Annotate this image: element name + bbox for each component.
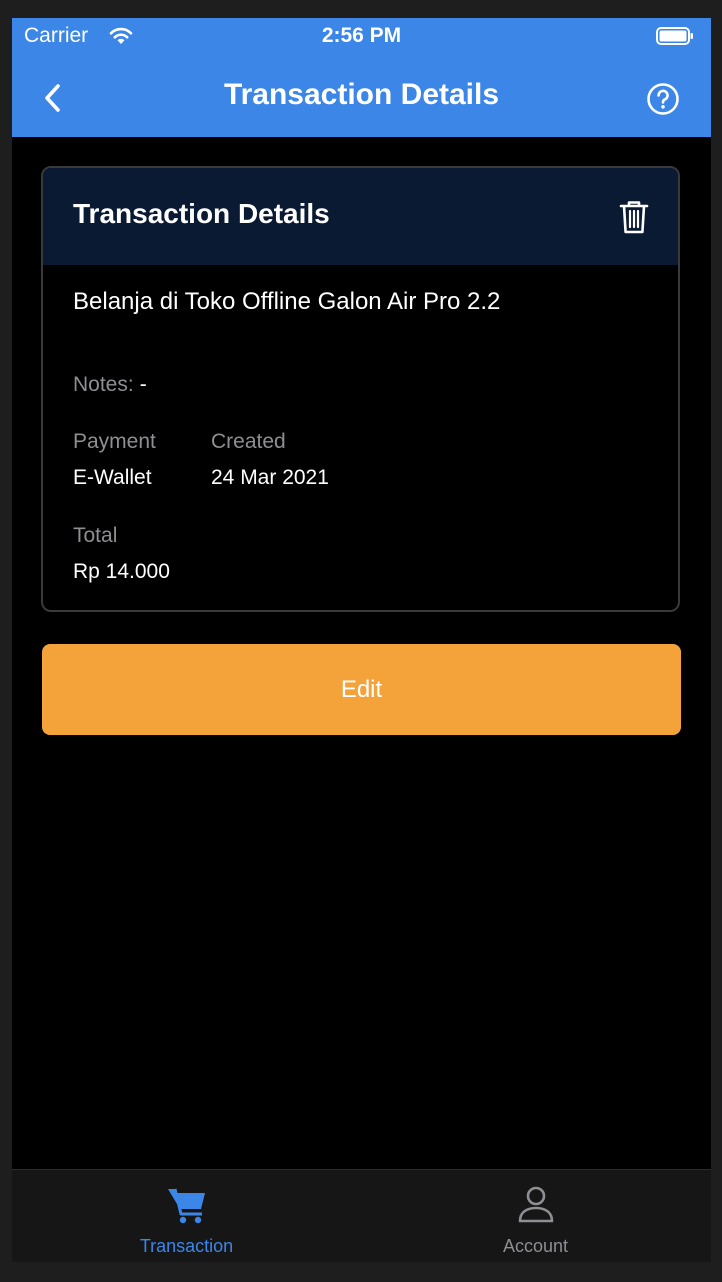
created-label: Created	[211, 430, 286, 453]
total-label: Total	[73, 524, 118, 547]
trash-icon[interactable]	[617, 198, 651, 236]
total-value: Rp 14.000	[73, 560, 170, 583]
help-icon[interactable]	[646, 82, 680, 116]
transaction-description: Belanja di Toko Offline Galon Air Pro 2.…	[73, 288, 501, 315]
card-title: Transaction Details	[73, 198, 330, 229]
notes-value: -	[139, 373, 147, 396]
created-value: 24 Mar 2021	[211, 466, 329, 489]
notes-label: Notes:	[73, 373, 134, 396]
payment-label: Payment	[73, 430, 156, 453]
transaction-card: Transaction Details Belanja di Toko Offl…	[41, 166, 680, 612]
tab-account[interactable]: Account	[361, 1170, 710, 1262]
navigation-bar: Carrier 2:56 PM Transaction Details	[12, 18, 711, 137]
tab-bar: Transaction Account	[12, 1169, 711, 1262]
notes-row: Notes: -	[73, 373, 147, 397]
status-bar: Carrier 2:56 PM	[12, 18, 711, 58]
tab-account-label: Account	[502, 1236, 569, 1256]
edit-button[interactable]: Edit	[42, 644, 681, 735]
battery-icon	[656, 27, 693, 45]
card-header: Transaction Details	[43, 168, 678, 265]
cart-icon	[168, 1188, 205, 1224]
tab-transaction-label: Transaction	[139, 1236, 234, 1256]
status-time: 2:56 PM	[321, 24, 402, 47]
tab-transaction[interactable]: Transaction	[12, 1170, 361, 1262]
app-screen: Carrier 2:56 PM Transaction Details Tran…	[12, 18, 711, 1262]
person-icon	[518, 1186, 554, 1223]
page-title: Transaction Details	[223, 78, 500, 111]
payment-value: E-Wallet	[73, 466, 152, 489]
